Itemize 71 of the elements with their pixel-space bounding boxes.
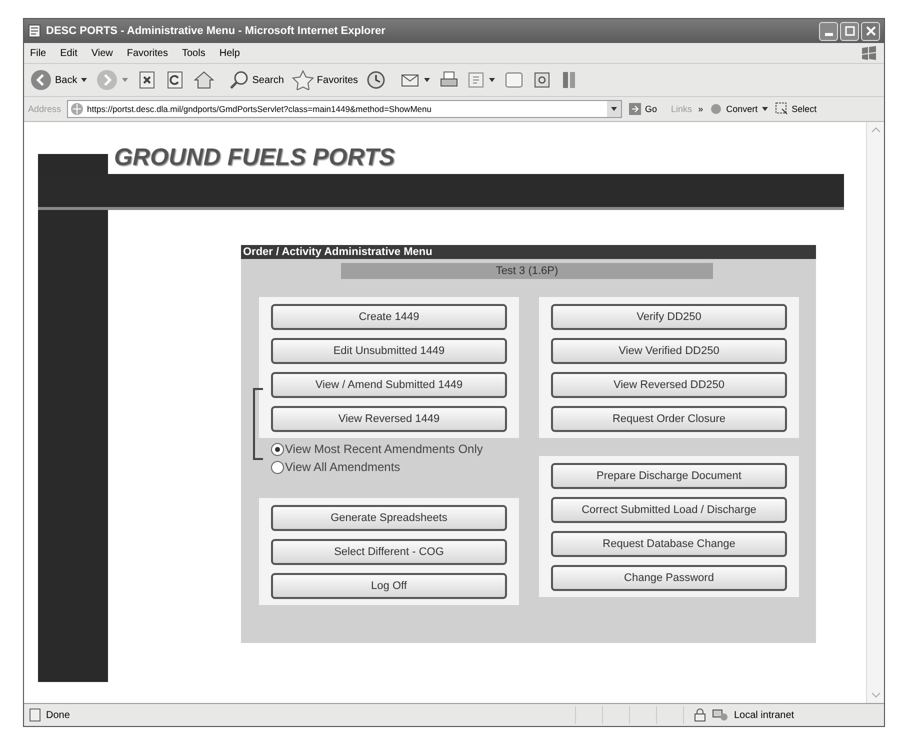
menu-button[interactable]: View / Amend Submitted 1449 bbox=[271, 372, 507, 398]
menu-button[interactable]: Request Database Change bbox=[551, 531, 787, 557]
menu-item[interactable]: Edit bbox=[60, 48, 78, 58]
menu-button[interactable]: Create 1449 bbox=[271, 304, 507, 330]
radio-label: View All Amendments bbox=[285, 460, 400, 474]
back-button[interactable]: Back bbox=[30, 69, 88, 91]
home-icon[interactable] bbox=[193, 70, 216, 90]
radio-label: View Most Recent Amendments Only bbox=[285, 442, 483, 456]
bracket-line bbox=[253, 388, 263, 460]
menu-button[interactable]: Edit Unsubmitted 1449 bbox=[271, 338, 507, 364]
subtitle-bar: Test 3 (1.6P) bbox=[341, 263, 713, 279]
go-button[interactable]: Go bbox=[628, 102, 658, 116]
status-text: Done bbox=[46, 710, 70, 720]
close-button[interactable] bbox=[861, 22, 880, 40]
note-icon[interactable] bbox=[504, 70, 524, 90]
menu-item[interactable]: Help bbox=[219, 48, 240, 58]
minimize-button[interactable] bbox=[819, 22, 838, 40]
menu-item[interactable]: File bbox=[30, 48, 46, 58]
site-logo: GROUND FUELS PORTS bbox=[114, 144, 396, 173]
address-label: Address bbox=[28, 104, 62, 114]
menu-button[interactable]: View Verified DD250 bbox=[551, 338, 787, 364]
caret-icon bbox=[423, 77, 432, 83]
menu-button[interactable]: View Reversed DD250 bbox=[551, 372, 787, 398]
document-icon bbox=[467, 71, 486, 89]
search-button[interactable]: Search bbox=[229, 70, 284, 90]
menu-button[interactable]: Log Off bbox=[271, 573, 507, 599]
menu-title: Order / Activity Administrative Menu bbox=[241, 245, 816, 259]
caret-icon bbox=[760, 106, 769, 112]
caret-icon bbox=[488, 77, 496, 83]
windows-logo-icon bbox=[860, 45, 878, 61]
address-field[interactable]: https://portst.desc.dla.mil/gndports/GmdPortsServlet?class=main1449&method=ShowMenu bbox=[67, 100, 622, 118]
favorites-button[interactable]: Favorites bbox=[292, 70, 358, 90]
edit-button[interactable] bbox=[467, 71, 496, 89]
maximize-button[interactable] bbox=[840, 22, 859, 40]
menu-button[interactable]: Change Password bbox=[551, 565, 787, 591]
maximize-icon bbox=[844, 26, 854, 36]
book-icon[interactable] bbox=[532, 70, 552, 90]
network-icon bbox=[712, 708, 728, 722]
convert-button[interactable]: Convert bbox=[709, 102, 769, 116]
globe-icon bbox=[70, 102, 84, 116]
minimize-icon bbox=[824, 32, 832, 36]
menu-button[interactable]: Correct Submitted Load / Discharge bbox=[551, 497, 787, 523]
radio-button[interactable] bbox=[271, 460, 284, 474]
stop-icon[interactable] bbox=[137, 70, 158, 90]
window-title: DESC PORTS - Administrative Menu - Microsoft Internet Explorer bbox=[46, 25, 386, 37]
menu-button[interactable]: View Reversed 1449 bbox=[271, 406, 507, 432]
caret-icon bbox=[80, 77, 88, 83]
menu-item[interactable]: Tools bbox=[182, 48, 206, 58]
search-icon bbox=[229, 70, 250, 90]
circle-icon bbox=[709, 102, 724, 116]
page-icon bbox=[28, 708, 42, 722]
menu-button[interactable]: Prepare Discharge Document bbox=[551, 463, 787, 489]
caret-icon bbox=[121, 77, 130, 83]
close-icon bbox=[866, 26, 876, 36]
clock-icon[interactable] bbox=[366, 70, 386, 90]
select-button[interactable]: Select bbox=[774, 102, 817, 116]
page-icon bbox=[28, 24, 42, 38]
zone-text: Local intranet bbox=[734, 710, 794, 720]
menu-button[interactable]: Select Different - COG bbox=[271, 539, 507, 565]
selection-icon bbox=[774, 102, 789, 116]
refresh-icon[interactable] bbox=[165, 70, 186, 90]
star-icon bbox=[292, 70, 314, 90]
dropdown-icon[interactable] bbox=[610, 106, 618, 112]
menu-item[interactable]: View bbox=[91, 48, 113, 58]
menu-button[interactable]: Generate Spreadsheets bbox=[271, 505, 507, 531]
menu-button[interactable]: Verify DD250 bbox=[551, 304, 787, 330]
menu-item[interactable]: Favorites bbox=[126, 48, 168, 58]
more-button[interactable]: » bbox=[698, 104, 704, 114]
radio-button[interactable] bbox=[271, 442, 284, 456]
menu-button[interactable]: Request Order Closure bbox=[551, 406, 787, 432]
lock-icon bbox=[694, 708, 706, 722]
